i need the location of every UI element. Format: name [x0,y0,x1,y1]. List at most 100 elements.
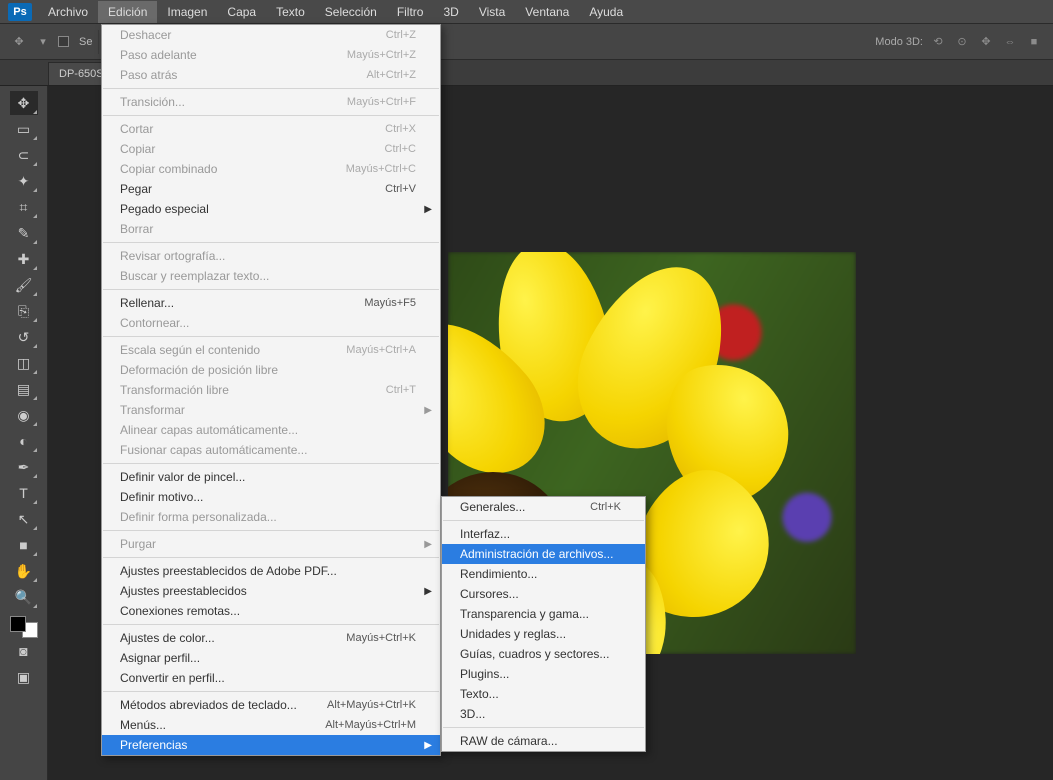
blur-tool[interactable]: ◉ [10,403,38,427]
auto-select-checkbox[interactable] [58,36,69,47]
clone-tool[interactable]: ⎘ [10,299,38,323]
app-logo: Ps [8,3,32,21]
zoom-tool[interactable]: 🔍 [10,585,38,609]
edit-menu-item[interactable]: Ajustes preestablecidos▶ [102,581,440,601]
prefs-menu-item[interactable]: Plugins... [442,664,645,684]
edit-menu-separator [103,115,439,116]
menu-item-label: Cursores... [460,587,519,601]
edit-menu-item: Copiar combinadoMayús+Ctrl+C [102,159,440,179]
menu-item-label: Guías, cuadros y sectores... [460,647,609,661]
gradient-tool[interactable]: ▤ [10,377,38,401]
3d-slide-icon[interactable]: ⇔ [1001,33,1019,51]
hand-tool[interactable]: ✋ [10,559,38,583]
crop-tool[interactable]: ⌗ [10,195,38,219]
menu-item-label: Convertir en perfil... [120,671,225,685]
prefs-menu-item[interactable]: Texto... [442,684,645,704]
menu-item-label: Fusionar capas automáticamente... [120,443,307,457]
edit-menu-item: Escala según el contenidoMayús+Ctrl+A [102,340,440,360]
prefs-menu-item[interactable]: Interfaz... [442,524,645,544]
edit-menu-item[interactable]: Conexiones remotas... [102,601,440,621]
menubar-item-archivo[interactable]: Archivo [38,1,98,23]
3d-roll-icon[interactable]: ⊙ [953,33,971,51]
pen-tool[interactable]: ✒ [10,455,38,479]
menubar-item-capa[interactable]: Capa [217,1,266,23]
prefs-menu-item[interactable]: Generales...Ctrl+K [442,497,645,517]
history-tool[interactable]: ↺ [10,325,38,349]
menubar-item-selección[interactable]: Selección [315,1,387,23]
prefs-menu-item[interactable]: Rendimiento... [442,564,645,584]
edit-menu-item: Paso adelanteMayús+Ctrl+Z [102,45,440,65]
dropdown-icon[interactable]: ▾ [34,33,52,51]
edit-menu-item[interactable]: Ajustes preestablecidos de Adobe PDF... [102,561,440,581]
edit-menu-item[interactable]: Definir valor de pincel... [102,467,440,487]
menu-item-label: RAW de cámara... [460,734,558,748]
marquee-tool[interactable]: ▭ [10,117,38,141]
edit-menu-item[interactable]: Ajustes de color... Mayús+Ctrl+K [102,628,440,648]
edit-menu-item[interactable]: PegarCtrl+V [102,179,440,199]
submenu-arrow-icon: ▶ [424,204,432,215]
wand-tool[interactable]: ✦ [10,169,38,193]
type-tool[interactable]: T [10,481,38,505]
edit-menu-item: DeshacerCtrl+Z [102,25,440,45]
eyedropper-tool[interactable]: ✎ [10,221,38,245]
edit-menu-separator [103,691,439,692]
preferences-submenu: Generales...Ctrl+K Interfaz... Administrac… [441,496,646,752]
menu-item-label: Alinear capas automáticamente... [120,423,298,437]
3d-scale-icon[interactable]: ■ [1025,33,1043,51]
edit-menu-item[interactable]: Definir motivo... [102,487,440,507]
edit-menu-separator [103,530,439,531]
edit-menu-separator [103,88,439,89]
prefs-menu-item[interactable]: Cursores... [442,584,645,604]
menu-item-label: Generales... [460,500,525,514]
menubar-item-texto[interactable]: Texto [266,1,315,23]
menubar-item-ayuda[interactable]: Ayuda [579,1,633,23]
prefs-menu-item[interactable]: RAW de cámara... [442,731,645,751]
prefs-menu-item[interactable]: Transparencia y gama... [442,604,645,624]
brush-tool[interactable]: 🖌 [10,273,38,297]
edit-menu-item: Deformación de posición libre [102,360,440,380]
edit-menu-item[interactable]: Preferencias▶ [102,735,440,755]
menu-item-label: Ajustes preestablecidos [120,584,247,598]
edit-menu-item[interactable]: Convertir en perfil... [102,668,440,688]
menu-item-label: Copiar [120,142,155,156]
menubar-item-3d[interactable]: 3D [433,1,468,23]
prefs-menu-item[interactable]: 3D... [442,704,645,724]
edit-menu-item: Fusionar capas automáticamente... [102,440,440,460]
menubar-item-imagen[interactable]: Imagen [157,1,217,23]
menubar-item-vista[interactable]: Vista [469,1,515,23]
menubar: Ps ArchivoEdiciónImagenCapaTextoSelecció… [0,0,1053,24]
edit-menu-item[interactable]: Asignar perfil... [102,648,440,668]
menu-shortcut: Mayús+Ctrl+K [346,632,416,644]
prefs-menu-item[interactable]: Guías, cuadros y sectores... [442,644,645,664]
move-tool[interactable]: ✥ [10,91,38,115]
quickmask-tool[interactable]: ◙ [10,639,38,663]
dodge-tool[interactable]: ◐ [10,429,38,453]
menu-shortcut: Ctrl+C [385,143,416,155]
shape-tool[interactable]: ■ [10,533,38,557]
screenmode-tool[interactable]: ▣ [10,665,38,689]
edit-menu-item[interactable]: Menús...Alt+Mayús+Ctrl+M [102,715,440,735]
menu-item-label: Ajustes de color... [120,631,215,645]
menu-item-label: Administración de archivos... [460,547,613,561]
menu-shortcut: Ctrl+V [385,183,416,195]
path-tool[interactable]: ↖ [10,507,38,531]
color-swatch[interactable] [10,616,38,638]
menu-shortcut: Mayús+Ctrl+F [347,96,416,108]
eraser-tool[interactable]: ◫ [10,351,38,375]
menu-shortcut: Mayús+Ctrl+Z [347,49,416,61]
menu-shortcut: Ctrl+X [385,123,416,135]
menubar-item-ventana[interactable]: Ventana [515,1,579,23]
heal-tool[interactable]: ✚ [10,247,38,271]
edit-menu-item[interactable]: Métodos abreviados de teclado...Alt+Mayú… [102,695,440,715]
prefs-menu-item[interactable]: Administración de archivos... [442,544,645,564]
3d-pan-icon[interactable]: ✥ [977,33,995,51]
prefs-menu-item[interactable]: Unidades y reglas... [442,624,645,644]
edit-menu-item[interactable]: Pegado especial▶ [102,199,440,219]
menubar-item-filtro[interactable]: Filtro [387,1,434,23]
edit-menu-item[interactable]: Rellenar...Mayús+F5 [102,293,440,313]
menu-shortcut: Alt+Mayús+Ctrl+M [325,719,416,731]
menubar-item-edición[interactable]: Edición [98,1,157,23]
3d-orbit-icon[interactable]: ⟲ [929,33,947,51]
lasso-tool[interactable]: ⊂ [10,143,38,167]
menu-shortcut: Mayús+Ctrl+A [346,344,416,356]
